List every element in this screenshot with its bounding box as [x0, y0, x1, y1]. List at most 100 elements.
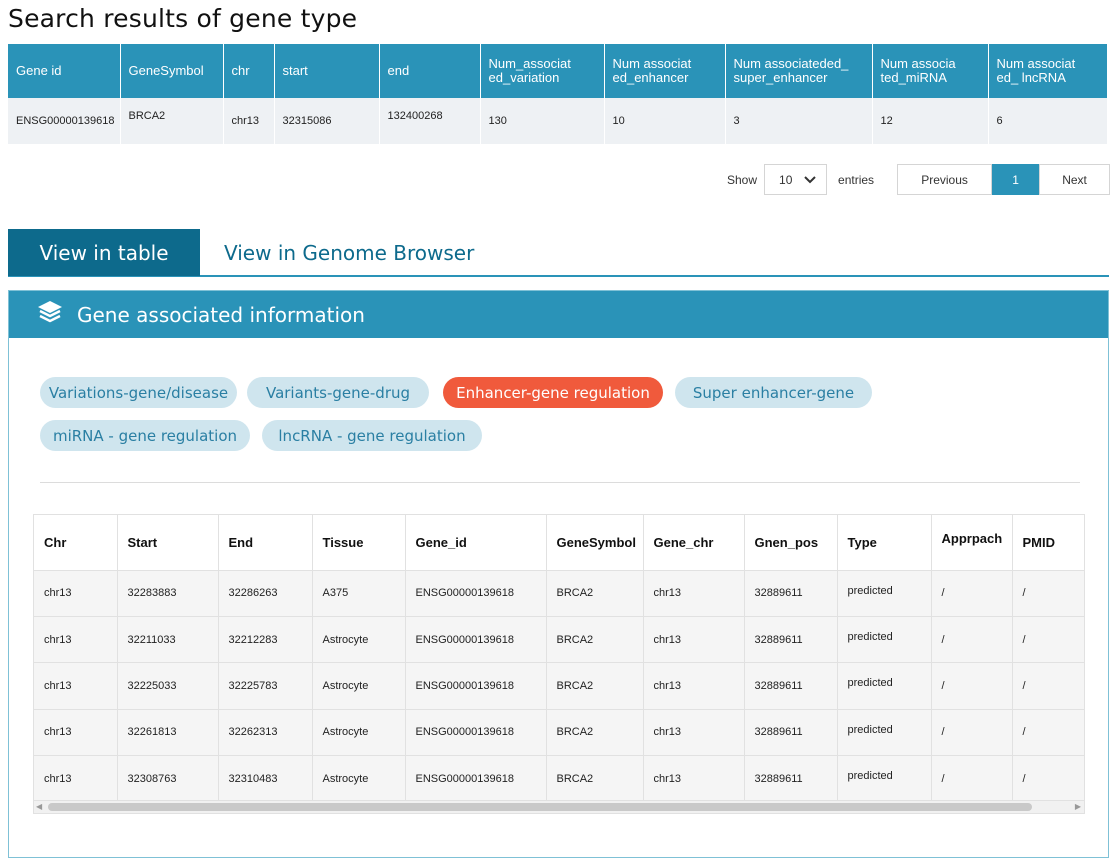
table-cell: predicted: [837, 755, 932, 803]
table-cell: A375: [312, 570, 406, 617]
page-1-button[interactable]: 1: [992, 164, 1040, 195]
table-cell: BRCA2: [120, 98, 224, 144]
view-tabs: View in table View in Genome Browser: [8, 229, 1109, 277]
table-row[interactable]: chr13 32261813 32262313 Astrocyte ENSG000001…: [34, 709, 1084, 757]
scroll-right-icon[interactable]: ▶: [1075, 802, 1081, 811]
table-cell: /: [1012, 755, 1084, 803]
col-chr[interactable]: Chr: [34, 515, 118, 571]
table-cell: 32212283: [218, 616, 313, 664]
col-gene-id[interactable]: Gene id: [8, 44, 121, 98]
tab-view-in-table[interactable]: View in table: [8, 229, 200, 276]
page-title: Search results of gene type: [8, 4, 358, 33]
enhancer-header-row: Chr Start End Tissue Gene_id GeneSymbol …: [34, 515, 1084, 571]
col-num-lncrna[interactable]: Num associat ed_ lncRNA: [988, 44, 1107, 98]
table-cell: chr13: [34, 570, 118, 617]
pill-super-enhancer-gene[interactable]: Super enhancer-gene: [675, 377, 872, 408]
col-end[interactable]: End: [218, 515, 313, 571]
table-cell: /: [931, 616, 1013, 664]
enhancer-table-container: Chr Start End Tissue Gene_id GeneSymbol …: [33, 514, 1085, 814]
table-cell: chr13: [34, 616, 118, 664]
table-cell: Astrocyte: [312, 616, 406, 664]
col-tissue[interactable]: Tissue: [312, 515, 406, 571]
table-cell: chr13: [643, 755, 745, 803]
table-cell: 130: [480, 98, 605, 144]
table-cell: 32889611: [744, 570, 838, 617]
col-gene-symbol[interactable]: GeneSymbol: [546, 515, 644, 571]
scroll-left-icon[interactable]: ◀: [36, 802, 42, 811]
table-cell: BRCA2: [546, 755, 644, 803]
tab-view-in-genome-browser[interactable]: View in Genome Browser: [208, 229, 478, 276]
col-pmid[interactable]: PMID: [1012, 515, 1084, 571]
table-cell: /: [1012, 570, 1084, 617]
pagination: Show 10 entries Previous 1 Next: [727, 164, 1111, 195]
scrollbar-thumb[interactable]: [48, 803, 1032, 811]
table-cell: Astrocyte: [312, 709, 406, 757]
table-cell: /: [931, 570, 1013, 617]
table-cell: 32261813: [117, 709, 219, 757]
table-cell: predicted: [837, 662, 932, 710]
table-cell: 32262313: [218, 709, 313, 757]
table-row[interactable]: chr13 32283883 32286263 A375 ENSG00000139618…: [34, 570, 1084, 617]
table-cell: chr13: [34, 709, 118, 757]
table-cell: 12: [872, 98, 989, 144]
table-cell: ENSG00000139618: [405, 755, 547, 803]
table-cell: Astrocyte: [312, 755, 406, 803]
divider: [40, 482, 1080, 483]
entries-select[interactable]: 10: [764, 164, 828, 195]
table-cell: /: [1012, 709, 1084, 757]
table-cell: BRCA2: [546, 616, 644, 664]
table-cell: 32225783: [218, 662, 313, 710]
horizontal-scrollbar[interactable]: ◀ ▶: [33, 800, 1085, 814]
col-num-mirna[interactable]: Num associa ted_miRNA: [872, 44, 989, 98]
col-chr[interactable]: chr: [223, 44, 275, 98]
table-cell: 32889611: [744, 616, 838, 664]
pill-mirna-gene-regulation[interactable]: miRNA - gene regulation: [40, 420, 250, 451]
table-cell: chr13: [643, 662, 745, 710]
table-cell: predicted: [837, 709, 932, 757]
table-cell: BRCA2: [546, 662, 644, 710]
col-gene-chr[interactable]: Gene_chr: [643, 515, 745, 571]
pill-variants-gene-drug[interactable]: Variants-gene-drug: [247, 377, 429, 408]
layers-icon: [37, 300, 77, 329]
table-cell: ENSG00000139618: [405, 616, 547, 664]
table-cell: /: [1012, 662, 1084, 710]
col-num-enhancer[interactable]: Num associat ed_enhancer: [604, 44, 726, 98]
col-end[interactable]: end: [379, 44, 481, 98]
show-label: Show: [727, 172, 758, 187]
pill-lncrna-gene-regulation[interactable]: lncRNA - gene regulation: [262, 420, 482, 451]
col-num-variation[interactable]: Num_associat ed_variation: [480, 44, 605, 98]
table-cell: 132400268: [379, 98, 481, 144]
table-cell: 32308763: [117, 755, 219, 803]
table-row[interactable]: chr13 32211033 32212283 Astrocyte ENSG000001…: [34, 616, 1084, 664]
table-cell: 32211033: [117, 616, 219, 664]
col-start[interactable]: Start: [117, 515, 219, 571]
previous-button[interactable]: Previous: [897, 164, 993, 195]
table-row[interactable]: chr13 32308763 32310483 Astrocyte ENSG000001…: [34, 755, 1084, 803]
table-cell: ENSG00000139618: [405, 709, 547, 757]
panel-header: Gene associated information: [9, 291, 1108, 338]
table-row[interactable]: chr13 32225033 32225783 Astrocyte ENSG000001…: [34, 662, 1084, 710]
col-gene-symbol[interactable]: GeneSymbol: [120, 44, 224, 98]
col-num-super-enhancer[interactable]: Num associateded_ super_enhancer: [725, 44, 873, 98]
col-apprpach[interactable]: Apprpach: [931, 515, 1013, 571]
results-header-row: Gene id GeneSymbol chr start end Num_ass…: [8, 44, 1107, 98]
gene-associated-panel: Gene associated information Variations-g…: [8, 290, 1109, 858]
table-cell: 32225033: [117, 662, 219, 710]
table-cell: chr13: [223, 98, 275, 144]
col-type[interactable]: Type: [837, 515, 932, 571]
next-button[interactable]: Next: [1039, 164, 1111, 195]
table-cell: chr13: [643, 570, 745, 617]
pill-variations-gene-disease[interactable]: Variations-gene/disease: [40, 377, 237, 408]
panel-title: Gene associated information: [77, 302, 365, 327]
col-start[interactable]: start: [274, 44, 380, 98]
pill-enhancer-gene-regulation[interactable]: Enhancer-gene regulation: [443, 377, 663, 408]
chevron-down-icon: [804, 173, 816, 187]
table-cell: predicted: [837, 570, 932, 617]
table-row[interactable]: ENSG00000139618 BRCA2 chr13 32315086 132…: [8, 98, 1107, 144]
col-gnen-pos[interactable]: Gnen_pos: [744, 515, 838, 571]
table-cell: /: [931, 662, 1013, 710]
table-cell: 32283883: [117, 570, 219, 617]
enhancer-table: Chr Start End Tissue Gene_id GeneSymbol …: [34, 515, 1084, 803]
table-cell: predicted: [837, 616, 932, 664]
col-gene-id[interactable]: Gene_id: [405, 515, 547, 571]
